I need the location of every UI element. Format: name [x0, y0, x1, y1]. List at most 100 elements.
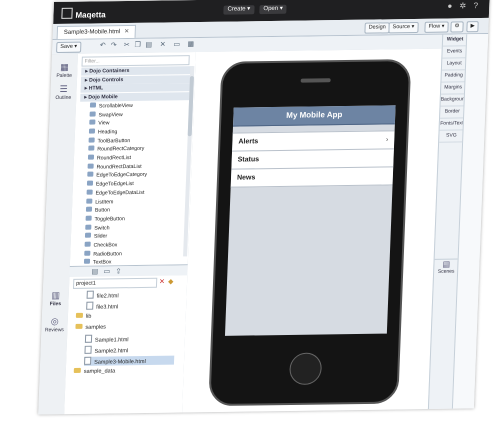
project-select[interactable]: project1	[72, 277, 158, 289]
copy-icon[interactable]: ❐	[133, 41, 142, 50]
new-folder-icon[interactable]: ▭	[103, 267, 110, 275]
file-label: samples	[85, 324, 107, 331]
phone-speaker	[300, 78, 331, 83]
file-row[interactable]: Sample2.html	[84, 345, 174, 355]
source-label: Source	[392, 24, 411, 31]
outline-tab[interactable]: ☰ Outline	[51, 84, 76, 101]
palette-tab-label: Palette	[56, 72, 73, 80]
widget-icon	[85, 215, 92, 221]
help-icon[interactable]: ?	[471, 1, 480, 10]
chevron-right-icon: ›	[385, 136, 389, 144]
property-tab[interactable]: Margins	[440, 82, 466, 95]
upload-icon[interactable]: ⇪	[115, 267, 121, 275]
mobile-heading[interactable]: My Mobile App	[232, 105, 396, 127]
flow-label: Flow	[428, 23, 441, 30]
palette-item-label: HTML	[88, 85, 104, 92]
editor-file-tab[interactable]: Sample3-Mobile.html ✕	[56, 24, 137, 39]
user-icon[interactable]: ●	[445, 1, 454, 10]
reviews-tab[interactable]: ◎ Reviews	[42, 316, 67, 333]
new-file-icon[interactable]: ▤	[91, 268, 98, 276]
property-tab[interactable]: Events	[442, 46, 467, 59]
files-tab[interactable]: ▥ Files	[43, 290, 68, 307]
files-toolbar: ▤ ▭ ⇪	[69, 265, 188, 277]
widget-icon	[84, 241, 91, 247]
palette-item-label: ScrollableView	[98, 102, 133, 110]
folder-row[interactable]: samples	[75, 323, 175, 333]
delete-file-icon[interactable]: ✕	[159, 278, 165, 286]
delete-icon[interactable]: ✕	[158, 40, 167, 49]
widget-icon	[86, 189, 93, 195]
file-row[interactable]: file3.html	[86, 301, 176, 311]
download-icon[interactable]: ◆	[168, 278, 174, 286]
file-row[interactable]: Sample1.html	[84, 334, 175, 344]
cut-icon[interactable]: ✂	[122, 41, 131, 50]
redo-icon[interactable]: ↷	[109, 41, 118, 50]
phone-home-button	[288, 352, 323, 385]
file-icon	[86, 301, 94, 310]
widget-icon	[88, 145, 95, 151]
widget-icon	[89, 119, 96, 125]
property-tab[interactable]: Border	[440, 106, 465, 119]
mobile-list-item-status[interactable]: Status	[231, 149, 394, 170]
scenes-tab[interactable]: ▤ Scenes	[433, 258, 459, 280]
design-canvas[interactable]: My Mobile App Alerts › Status News	[182, 48, 442, 413]
save-button[interactable]: Save ▾	[56, 41, 82, 54]
palette-panel: Filter... ▸ Dojo Containers ▸ Dojo Contro…	[69, 52, 197, 266]
property-tab[interactable]: Layout	[441, 58, 467, 71]
editor-tab-label: Sample3-Mobile.html	[63, 29, 121, 36]
file-row[interactable]: Sample3-Mobile.html	[83, 355, 175, 366]
preview-play-icon[interactable]: ▶	[466, 21, 479, 33]
create-label: Create	[227, 6, 246, 13]
widget-icon	[87, 154, 95, 160]
palette-item-label: CheckBox	[93, 242, 118, 249]
preview-settings-icon[interactable]: ⚙	[450, 21, 464, 33]
source-view-button[interactable]: Source ▾	[388, 21, 419, 34]
palette-tab[interactable]: ▦ Palette	[52, 62, 77, 79]
reviews-tab-label: Reviews	[44, 327, 64, 334]
mobile-list: Alerts › Status News	[230, 130, 395, 188]
paste-icon[interactable]: ▤	[144, 41, 153, 50]
palette-filter-input[interactable]: Filter...	[81, 55, 190, 67]
property-tab[interactable]: Widget	[442, 34, 468, 47]
property-tab[interactable]: SVG	[439, 130, 464, 143]
property-tab[interactable]: Background	[440, 94, 468, 107]
create-menu-button[interactable]: Create ▾	[223, 5, 255, 15]
open-menu-button[interactable]: Open ▾	[259, 4, 287, 15]
app-screenshot: Maqetta Create ▾ Open ▾ ● ✲ ? Sample3-Mo…	[0, 0, 493, 424]
save-label: Save	[60, 43, 73, 50]
mobile-list-item-alerts[interactable]: Alerts ›	[232, 131, 395, 152]
property-tab[interactable]: Fonts/Text	[439, 118, 465, 131]
gear-icon[interactable]: ✲	[458, 1, 467, 10]
palette-item-label: ListItem	[95, 198, 114, 206]
palette-item-label: Heading	[97, 129, 118, 136]
mobile-list-item-news[interactable]: News	[230, 167, 394, 188]
file-label: file3.html	[96, 304, 119, 311]
outline-icon: ☰	[59, 83, 68, 94]
file-icon	[84, 345, 92, 354]
file-icon	[86, 290, 94, 299]
file-icon	[84, 334, 93, 343]
folder-row[interactable]: lib	[75, 312, 176, 322]
phone-screen[interactable]: My Mobile App Alerts › Status News	[224, 105, 396, 336]
layout-icon[interactable]: ▭	[172, 40, 181, 49]
widget-icon	[87, 163, 94, 169]
palette-item-label: ToolBarButton	[97, 137, 131, 145]
widget-icon	[85, 206, 93, 212]
property-tab[interactable]: Padding	[441, 70, 466, 83]
file-icon	[84, 356, 92, 365]
design-view-button[interactable]: Design	[364, 22, 390, 34]
undo-icon[interactable]: ↶	[98, 41, 107, 50]
grid-icon[interactable]: ▦	[186, 40, 195, 49]
palette-item-label: Dojo Containers	[89, 67, 130, 75]
widget-icon	[89, 110, 96, 117]
flow-layout-button[interactable]: Flow ▾	[424, 21, 449, 33]
folder-row[interactable]: sample_data	[73, 367, 174, 377]
widget-icon	[84, 250, 91, 256]
scenes-icon: ▤	[442, 259, 451, 269]
palette-item-label: EdgeToEdgeCategory	[96, 172, 148, 179]
close-icon[interactable]: ✕	[124, 29, 129, 35]
files-tab-label: Files	[49, 301, 62, 308]
file-row[interactable]: file2.html	[86, 289, 177, 300]
files-icon: ▥	[51, 290, 61, 301]
folder-icon	[73, 367, 81, 373]
